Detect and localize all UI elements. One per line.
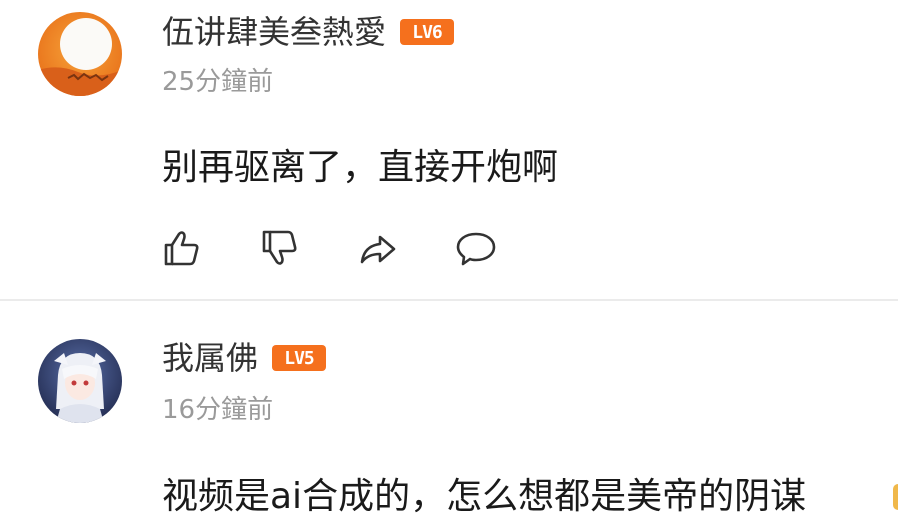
thumbs-up-icon [164,231,199,266]
comment-text: 视频是ai合成的，怎么想都是美帝的阴谋 [162,476,807,517]
comment-item: 伍讲肆美叁熱愛 LV6 25分鐘前 别再驱离了，直接开炮啊 [0,0,898,300]
comment-actions [158,224,550,272]
comment-text: 别再驱离了，直接开炮啊 [162,147,559,188]
thumbs-down-icon [262,230,297,265]
reply-button[interactable] [452,224,500,272]
comment-item: 我属佛 LV5 16分鐘前 视频是ai合成的，怎么想都是美帝的阴谋 [0,301,898,525]
share-button[interactable] [354,224,402,272]
username[interactable]: 我属佛 [162,338,258,378]
avatar-image [38,12,122,96]
username[interactable]: 伍讲肆美叁熱愛 [162,12,386,52]
username-row: 伍讲肆美叁熱愛 LV6 [162,12,455,52]
emoji-icon [893,484,898,510]
dislike-button[interactable] [256,224,304,272]
avatar-image [38,339,122,423]
avatar[interactable] [38,12,122,96]
timestamp: 25分鐘前 [162,67,274,97]
level-badge: LV6 [400,19,455,45]
level-badge: LV5 [272,345,327,371]
username-row: 我属佛 LV5 [162,338,327,378]
share-icon [360,235,396,264]
like-button[interactable] [158,224,206,272]
timestamp: 16分鐘前 [162,395,274,425]
avatar[interactable] [38,339,122,423]
reply-icon [456,232,496,266]
